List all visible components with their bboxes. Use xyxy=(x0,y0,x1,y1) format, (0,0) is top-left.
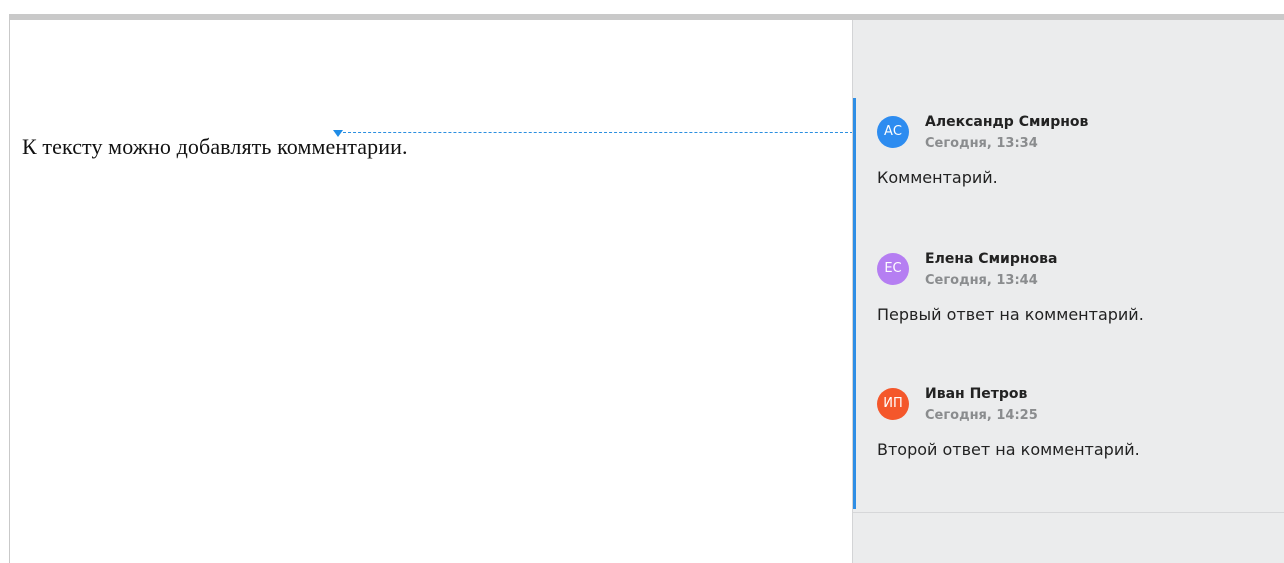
comment-text: Комментарий. xyxy=(877,168,998,187)
reply-timestamp: Сегодня, 14:25 xyxy=(925,408,1038,423)
document-page[interactable]: К тексту можно добавлять комментарии. xyxy=(9,20,853,563)
panel-divider xyxy=(853,512,1284,513)
reply-text: Первый ответ на комментарий. xyxy=(877,305,1144,324)
top-edge xyxy=(0,0,1284,14)
document-text[interactable]: К тексту можно добавлять комментарии. xyxy=(22,134,408,160)
avatar: ЕС xyxy=(877,253,909,285)
reply-author: Елена Смирнова xyxy=(925,251,1058,267)
comment-author: Александр Смирнов xyxy=(925,114,1089,130)
avatar: АС xyxy=(877,116,909,148)
comment-timestamp: Сегодня, 13:34 xyxy=(925,136,1038,151)
reply-author: Иван Петров xyxy=(925,386,1028,402)
comment-anchor-marker[interactable] xyxy=(333,130,343,137)
avatar: ИП xyxy=(877,388,909,420)
reply-timestamp: Сегодня, 13:44 xyxy=(925,273,1038,288)
comments-panel: АС Александр Смирнов Сегодня, 13:34 Комм… xyxy=(852,20,1284,563)
reply-text: Второй ответ на комментарий. xyxy=(877,440,1140,459)
active-thread-indicator xyxy=(853,98,856,509)
comment-connector-line xyxy=(343,132,853,133)
